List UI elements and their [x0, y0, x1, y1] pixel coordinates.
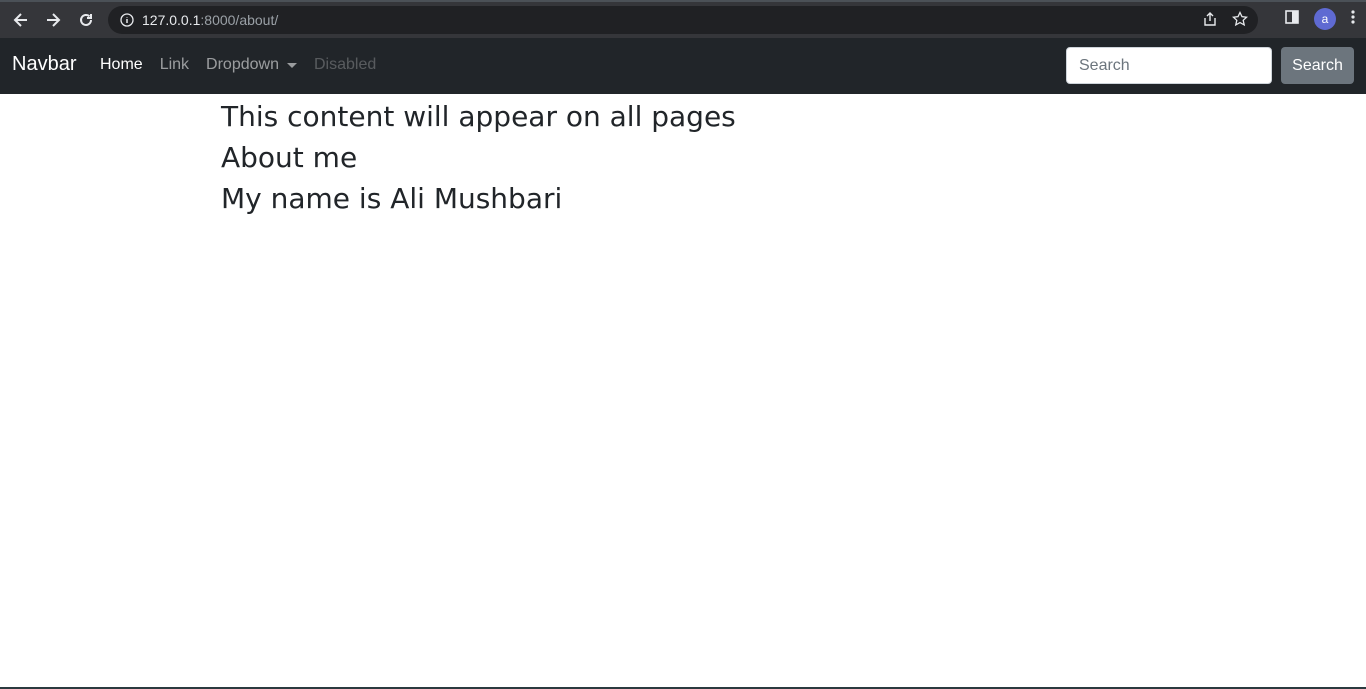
url-text: 127.0.0.1:8000/about/: [142, 12, 278, 28]
nav-dropdown[interactable]: Dropdown: [206, 56, 297, 74]
navbar-brand[interactable]: Navbar: [12, 53, 76, 76]
browser-toolbar: 127.0.0.1:8000/about/ a: [0, 0, 1366, 38]
address-bar[interactable]: 127.0.0.1:8000/about/: [108, 6, 1258, 34]
navbar: Navbar Home Link Dropdown Disabled Searc…: [0, 38, 1366, 94]
shared-content-heading: This content will appear on all pages: [221, 100, 736, 133]
about-heading: About me: [221, 141, 358, 174]
page-content: This content will appear on all pages Ab…: [221, 96, 736, 219]
nav-links: Home Link Dropdown Disabled: [100, 56, 376, 74]
forward-arrow-icon[interactable]: [41, 8, 65, 32]
star-icon[interactable]: [1231, 10, 1249, 32]
profile-avatar[interactable]: a: [1314, 8, 1336, 30]
share-icon[interactable]: [1202, 11, 1218, 32]
nav-disabled: Disabled: [313, 56, 377, 73]
back-arrow-icon[interactable]: [9, 8, 33, 32]
reload-icon[interactable]: [74, 8, 98, 32]
url-host: 127.0.0.1: [142, 12, 201, 28]
name-heading: My name is Ali Mushbari: [221, 182, 563, 215]
search-button[interactable]: Search: [1281, 47, 1354, 84]
info-icon[interactable]: [120, 13, 134, 32]
nav-link[interactable]: Link: [160, 56, 189, 74]
url-path: :8000/about/: [200, 12, 279, 28]
side-panel-icon[interactable]: [1284, 9, 1300, 30]
caret-down-icon: [286, 62, 297, 68]
nav-home[interactable]: Home: [100, 56, 143, 74]
dropdown-label: Dropdown: [206, 56, 279, 73]
menu-dots-icon[interactable]: [1350, 9, 1356, 30]
search-input[interactable]: [1066, 47, 1272, 84]
